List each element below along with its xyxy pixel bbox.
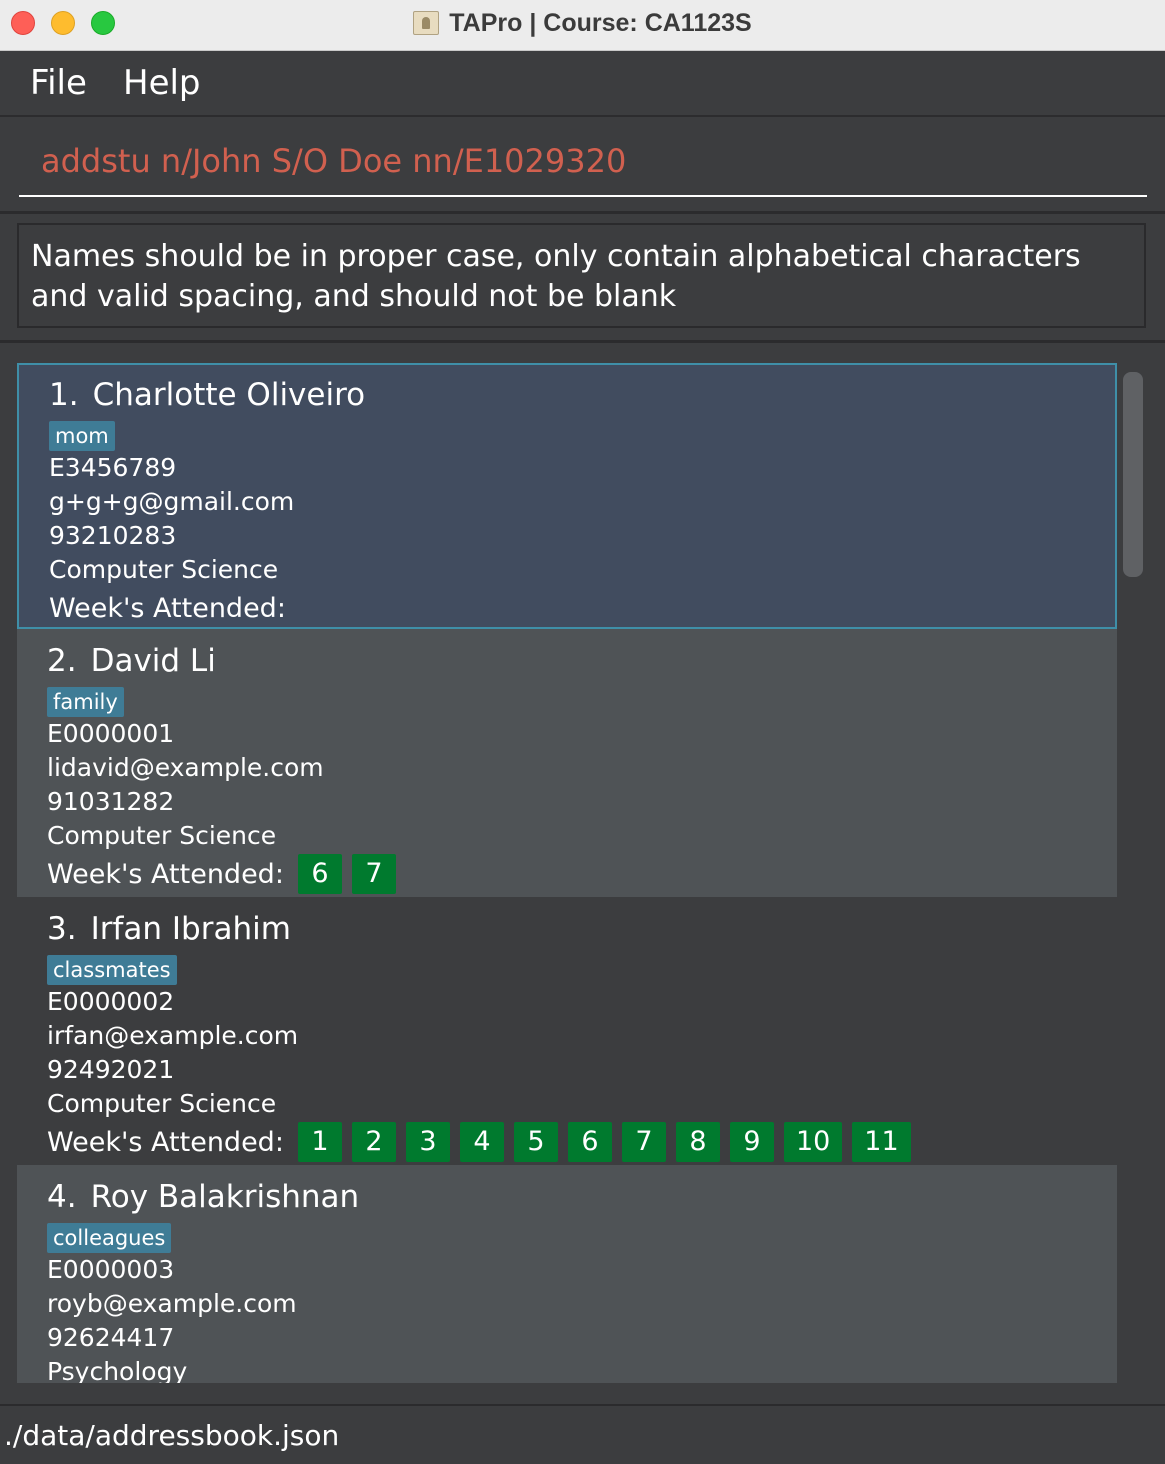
weeks-attended-label: Week's Attended:	[47, 858, 284, 890]
student-name: Roy Balakrishnan	[90, 1179, 360, 1215]
command-panel: addstu n/John S/O Doe nn/E1029320	[0, 117, 1165, 214]
student-name-row: 4. Roy Balakrishnan	[47, 1177, 1087, 1217]
status-bar: ./data/addressbook.json	[0, 1404, 1165, 1464]
student-tag: family	[47, 687, 124, 717]
weeks-attended-label: Week's Attended:	[47, 1126, 284, 1158]
weeks-attended-row: Week's Attended: 1 2 3 4 5 6 7 8 9 10 11	[47, 1121, 1087, 1163]
week-badge: 11	[852, 1122, 911, 1162]
menu-file[interactable]: File	[30, 63, 87, 103]
window-title: TAPro | Course: CA1123S	[449, 8, 752, 37]
student-phone: 92624417	[47, 1323, 175, 1352]
result-display: Names should be in proper case, only con…	[17, 223, 1146, 328]
week-badge: 1	[297, 1122, 342, 1162]
tag-row: family	[47, 681, 1087, 717]
student-tag: classmates	[47, 955, 177, 985]
week-badge: 8	[675, 1122, 720, 1162]
student-major: Psychology	[47, 1357, 188, 1383]
week-badge: 5	[513, 1122, 558, 1162]
student-card[interactable]: 2. David Li family E0000001 lidavid@example.…	[17, 629, 1117, 897]
student-email: g+g+g@gmail.com	[49, 487, 295, 516]
menu-help[interactable]: Help	[123, 63, 201, 103]
student-index: 1.	[49, 377, 79, 413]
student-phone: 91031282	[47, 787, 175, 816]
scrollbar-thumb[interactable]	[1123, 372, 1143, 577]
week-badge: 2	[351, 1122, 396, 1162]
student-email: royb@example.com	[47, 1289, 297, 1318]
app-icon	[413, 11, 440, 35]
student-card[interactable]: 3. Irfan Ibrahim classmates E0000002 irfan@e…	[17, 897, 1117, 1165]
student-index: 4.	[47, 1179, 77, 1215]
week-badge: 10	[783, 1122, 843, 1162]
student-index: 2.	[47, 643, 77, 679]
week-badge: 6	[297, 854, 342, 894]
student-card[interactable]: 1. Charlotte Oliveiro mom E3456789 g+g+g@gma…	[17, 363, 1117, 629]
student-major: Computer Science	[47, 821, 277, 850]
student-name: Irfan Ibrahim	[90, 911, 291, 947]
tag-row: mom	[49, 415, 1085, 451]
student-tag: mom	[49, 421, 115, 451]
student-nusnet-id: E3456789	[49, 453, 177, 482]
week-badge: 4	[459, 1122, 504, 1162]
weeks-attended-label: Week's Attended:	[49, 592, 286, 624]
window-title-group: TAPro | Course: CA1123S	[0, 0, 1165, 46]
week-badge: 3	[405, 1122, 450, 1162]
command-input[interactable]: addstu n/John S/O Doe nn/E1029320	[19, 129, 1147, 197]
title-bar: TAPro | Course: CA1123S	[0, 0, 1165, 51]
weeks-attended-row: Week's Attended: 6 7	[47, 853, 1087, 895]
student-phone: 93210283	[49, 521, 177, 550]
student-name: Charlotte Oliveiro	[92, 377, 366, 413]
week-badge: 9	[729, 1122, 774, 1162]
student-list[interactable]: 1. Charlotte Oliveiro mom E3456789 g+g+g@gma…	[17, 363, 1117, 1383]
student-phone: 92492021	[47, 1055, 175, 1084]
week-badge: 7	[351, 854, 396, 894]
student-major: Computer Science	[49, 555, 279, 584]
student-tag: colleagues	[47, 1223, 172, 1253]
student-nusnet-id: E0000003	[47, 1255, 175, 1284]
tag-row: classmates	[47, 949, 1087, 985]
student-name: David Li	[90, 643, 216, 679]
scrollbar[interactable]	[1121, 368, 1147, 1398]
student-nusnet-id: E0000002	[47, 987, 175, 1016]
result-panel: Names should be in proper case, only con…	[0, 214, 1165, 343]
student-name-row: 1. Charlotte Oliveiro	[49, 375, 1085, 415]
student-email: lidavid@example.com	[47, 753, 324, 782]
weeks-attended-row: Week's Attended:	[49, 587, 1085, 629]
tag-row: colleagues	[47, 1217, 1087, 1253]
save-location: ./data/addressbook.json	[4, 1419, 340, 1452]
student-card[interactable]: 4. Roy Balakrishnan colleagues E0000003 royb…	[17, 1165, 1117, 1383]
week-badge: 6	[567, 1122, 612, 1162]
menu-bar: File Help	[0, 51, 1165, 117]
student-index: 3.	[47, 911, 77, 947]
student-name-row: 2. David Li	[47, 641, 1087, 681]
student-list-panel: 1. Charlotte Oliveiro mom E3456789 g+g+g@gma…	[0, 343, 1165, 1403]
student-nusnet-id: E0000001	[47, 719, 175, 748]
student-name-row: 3. Irfan Ibrahim	[47, 909, 1087, 949]
student-email: irfan@example.com	[47, 1021, 299, 1050]
week-badge: 7	[621, 1122, 666, 1162]
student-major: Computer Science	[47, 1089, 277, 1118]
